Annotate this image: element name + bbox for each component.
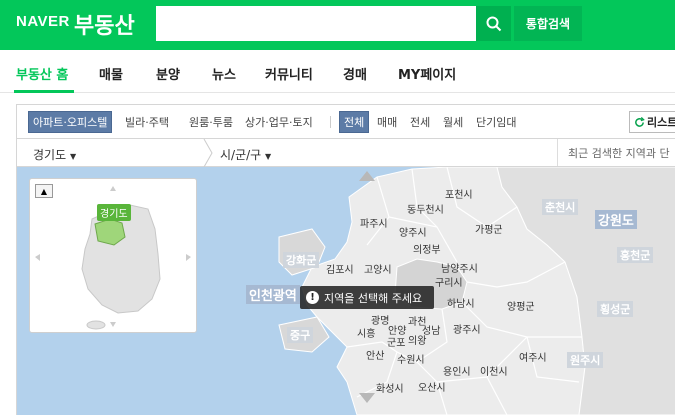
province-label: 경기도 bbox=[33, 148, 67, 162]
city-hanam[interactable]: 하남시 bbox=[447, 295, 475, 310]
search-button[interactable] bbox=[476, 6, 511, 41]
region-label-chuncheon[interactable]: 춘천시 bbox=[542, 199, 579, 215]
city-hwaseong[interactable]: 화성시 bbox=[376, 380, 404, 395]
overview-minimap[interactable]: ▲ 경기도 bbox=[29, 178, 197, 333]
category-oneroom[interactable]: 원룸·투룸 bbox=[185, 111, 237, 133]
city-icheon[interactable]: 이천시 bbox=[480, 363, 508, 378]
korea-outline bbox=[35, 186, 191, 330]
minimap-pan-down-icon bbox=[110, 322, 116, 327]
nav-community[interactable]: 커뮤니티 bbox=[265, 64, 313, 83]
city-yongin[interactable]: 용인시 bbox=[443, 363, 471, 378]
deal-all[interactable]: 전체 bbox=[339, 111, 370, 133]
city-pocheon[interactable]: 포천시 bbox=[445, 186, 473, 201]
tooltip-text: 지역을 선택해 주세요 bbox=[324, 291, 423, 305]
region-label-hoengseong[interactable]: 횡성군 bbox=[597, 301, 634, 317]
map-area[interactable]: 인천광역 강원도 강화군 중구 춘천시 홍천군 횡성군 원주시 포천시 동두천시… bbox=[16, 167, 675, 415]
region-label-wonju[interactable]: 원주시 bbox=[567, 352, 604, 368]
naver-logo[interactable]: NAVER bbox=[16, 13, 70, 30]
city-paju[interactable]: 파주시 bbox=[360, 215, 388, 230]
chevron-down-icon: ▼ bbox=[69, 152, 77, 161]
province-select[interactable]: 경기도 ▼ bbox=[33, 146, 76, 163]
city-select[interactable]: 시/군/구 ▼ bbox=[220, 146, 271, 163]
minimap-pan-up-icon bbox=[110, 186, 116, 191]
minimap-pan-left-icon bbox=[35, 254, 40, 261]
info-icon: ! bbox=[306, 291, 319, 304]
nav-mypage[interactable]: MY페이지 bbox=[398, 64, 456, 83]
city-uiwang[interactable]: 의왕 bbox=[408, 332, 426, 347]
minimap-pan-right-icon bbox=[186, 254, 191, 261]
city-goyang[interactable]: 고양시 bbox=[364, 261, 392, 276]
city-gwangju[interactable]: 광주시 bbox=[453, 321, 481, 336]
deal-monthly[interactable]: 월세 bbox=[439, 111, 467, 133]
deal-short-term[interactable]: 단기임대 bbox=[472, 111, 520, 133]
city-yeoju[interactable]: 여주시 bbox=[519, 349, 547, 364]
city-yangpyeong[interactable]: 양평군 bbox=[507, 298, 535, 313]
category-villa[interactable]: 빌라·주택 bbox=[121, 111, 173, 133]
nav-auction[interactable]: 경매 bbox=[343, 64, 367, 83]
header-bar: NAVER 부동산 통합검색 bbox=[0, 0, 675, 50]
city-gunpo[interactable]: 군포 bbox=[387, 334, 405, 349]
recent-searches[interactable]: 최근 검색한 지역과 단 bbox=[557, 139, 675, 166]
nav-presale[interactable]: 분양 bbox=[156, 64, 180, 83]
region-label-ganghwa[interactable]: 강화군 bbox=[283, 252, 320, 268]
chevron-down-icon: ▼ bbox=[265, 152, 272, 161]
deal-jeonse[interactable]: 전세 bbox=[406, 111, 434, 133]
list-button[interactable]: 리스트 bbox=[629, 111, 675, 133]
nav-listings[interactable]: 매물 bbox=[99, 64, 123, 83]
list-button-label: 리스트 bbox=[647, 116, 675, 129]
city-label: 시/군/구 bbox=[220, 148, 262, 162]
region-label-junggu[interactable]: 중구 bbox=[287, 327, 314, 343]
search-icon bbox=[486, 16, 501, 31]
city-suwon[interactable]: 수원시 bbox=[397, 351, 425, 366]
city-gapyeong[interactable]: 가평군 bbox=[475, 221, 503, 236]
nav-news[interactable]: 뉴스 bbox=[212, 64, 236, 83]
filter-divider bbox=[330, 116, 331, 128]
city-gimpo[interactable]: 김포시 bbox=[326, 261, 354, 276]
select-region-tooltip: ! 지역을 선택해 주세요 bbox=[300, 286, 434, 309]
nav-home[interactable]: 부동산 홈 bbox=[16, 64, 68, 83]
region-label-hongcheon[interactable]: 홍천군 bbox=[617, 247, 654, 263]
city-ansan[interactable]: 안산 bbox=[366, 347, 384, 362]
filter-bar: 아파트·오피스텔 빌라·주택 원룸·투룸 상가·업무·토지 전체 매매 전세 월… bbox=[16, 104, 675, 139]
main-nav: 부동산 홈 매물 분양 뉴스 커뮤니티 경매 MY페이지 bbox=[0, 50, 675, 93]
region-label-incheon[interactable]: 인천광역 bbox=[246, 285, 300, 304]
category-apartment[interactable]: 아파트·오피스텔 bbox=[28, 111, 113, 133]
region-label-gangwon[interactable]: 강원도 bbox=[595, 210, 637, 229]
city-dongducheon[interactable]: 동두천시 bbox=[407, 201, 444, 216]
city-guri[interactable]: 구리시 bbox=[435, 274, 463, 289]
service-title[interactable]: 부동산 bbox=[74, 8, 135, 40]
deal-sale[interactable]: 매매 bbox=[373, 111, 401, 133]
minimap-region-label: 경기도 bbox=[97, 204, 131, 221]
location-bar: 경기도 ▼ 시/군/구 ▼ 최근 검색한 지역과 단 bbox=[16, 139, 675, 167]
city-uijeongbu[interactable]: 의정부 bbox=[413, 241, 441, 256]
category-commercial[interactable]: 상가·업무·토지 bbox=[241, 111, 317, 133]
active-tab-indicator bbox=[14, 90, 74, 93]
breadcrumb-separator-icon bbox=[203, 139, 213, 167]
total-search-button[interactable]: 통합검색 bbox=[514, 6, 582, 41]
city-osan[interactable]: 오산시 bbox=[418, 379, 446, 394]
refresh-icon bbox=[635, 116, 645, 127]
pan-up-icon bbox=[359, 171, 375, 181]
city-namyangju[interactable]: 남양주시 bbox=[441, 260, 478, 275]
city-siheung[interactable]: 시흥 bbox=[357, 325, 375, 340]
city-yangju[interactable]: 양주시 bbox=[399, 224, 427, 239]
search-input[interactable] bbox=[156, 6, 476, 41]
